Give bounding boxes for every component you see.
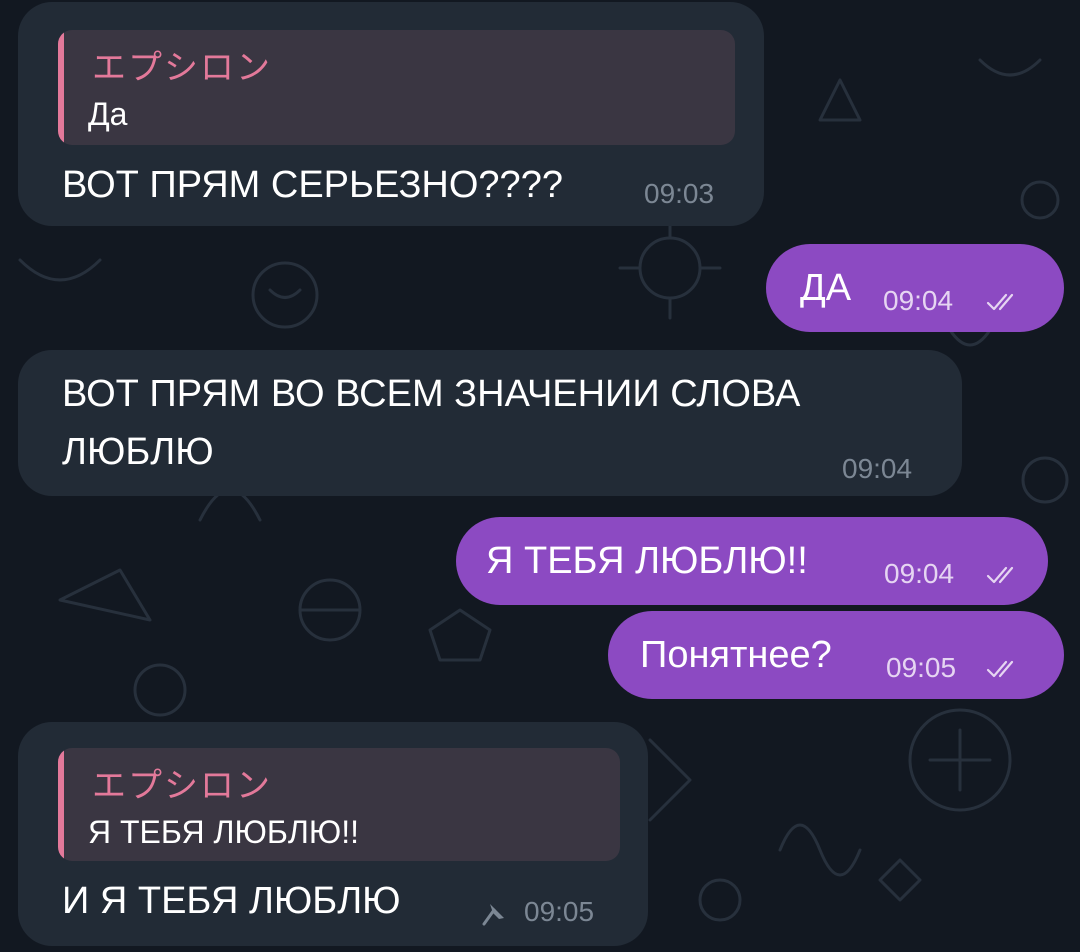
pin-icon (482, 904, 504, 926)
message-text: Я ТЕБЯ ЛЮБЛЮ!! (486, 540, 808, 582)
message-incoming-1[interactable]: エプシロン Да ВОТ ПРЯМ СЕРЬЕЗНО???? 09:03 (18, 2, 764, 226)
reply-quote[interactable]: エプシロン Я ТЕБЯ ЛЮБЛЮ!! (58, 748, 620, 861)
reply-preview-text: Я ТЕБЯ ЛЮБЛЮ!! (88, 814, 359, 850)
reply-author-name: エプシロン (92, 767, 272, 805)
double-check-icon (986, 566, 1014, 584)
message-text: ВОТ ПРЯМ СЕРЬЕЗНО???? (62, 164, 563, 206)
message-outgoing-1[interactable]: ДА 09:04 (766, 244, 1064, 332)
message-text: ДА (800, 267, 852, 309)
double-check-icon (986, 293, 1014, 311)
message-time: 09:05 (886, 652, 957, 683)
reply-quote[interactable]: エプシロン Да (58, 30, 735, 145)
reply-preview-text: Да (88, 96, 128, 132)
message-time: 09:05 (524, 896, 595, 927)
message-outgoing-3[interactable]: Понятнее? 09:05 (608, 611, 1064, 699)
message-time: 09:04 (884, 558, 955, 589)
message-time: 09:04 (842, 453, 913, 484)
double-check-icon (986, 660, 1014, 678)
reply-accent-bar (58, 30, 64, 145)
message-text: И Я ТЕБЯ ЛЮБЛЮ (62, 880, 401, 922)
message-time: 09:03 (644, 178, 715, 209)
reply-author-name: エプシロン (92, 49, 272, 87)
message-text-line-1: ВОТ ПРЯМ ВО ВСЕМ ЗНАЧЕНИИ СЛОВА (62, 373, 801, 415)
message-incoming-2[interactable]: ВОТ ПРЯМ ВО ВСЕМ ЗНАЧЕНИИ СЛОВА ЛЮБЛЮ 09… (18, 350, 962, 496)
message-text: Понятнее? (640, 634, 832, 676)
message-text-line-2: ЛЮБЛЮ (62, 431, 214, 473)
message-outgoing-2[interactable]: Я ТЕБЯ ЛЮБЛЮ!! 09:04 (456, 517, 1048, 605)
reply-accent-bar (58, 748, 64, 861)
message-incoming-3[interactable]: エプシロン Я ТЕБЯ ЛЮБЛЮ!! И Я ТЕБЯ ЛЮБЛЮ 09:0… (18, 722, 648, 946)
message-time: 09:04 (883, 285, 954, 316)
